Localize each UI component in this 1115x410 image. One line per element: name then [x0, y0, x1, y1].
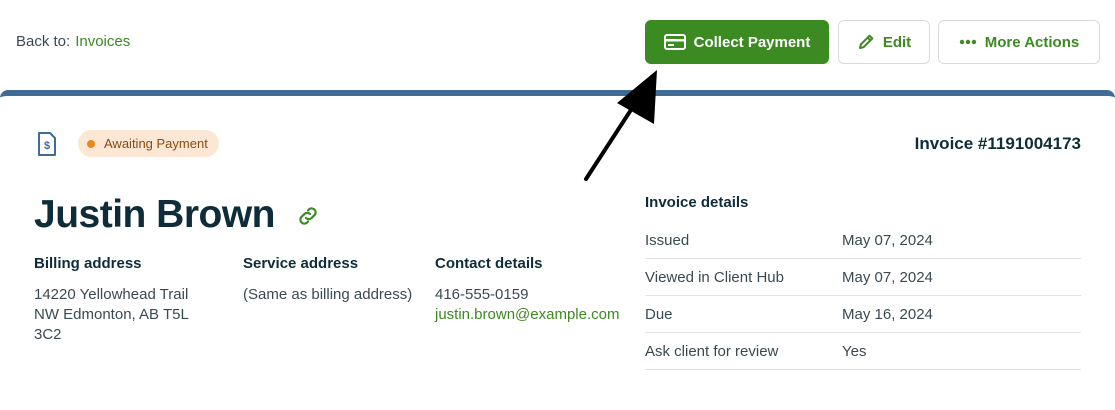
detail-label: Issued	[645, 231, 690, 249]
invoice-number: Invoice #1191004173	[914, 134, 1081, 153]
detail-value: Yes	[842, 342, 867, 360]
status-label: Awaiting Payment	[104, 136, 208, 151]
contact-email-link[interactable]: justin.brown@example.com	[435, 305, 619, 325]
billing-address: Billing address 14220 Yellowhead Trail N…	[34, 255, 189, 345]
detail-row-due: Due May 16, 2024	[645, 296, 1081, 333]
billing-address-line: NW Edmonton, AB T5L	[34, 306, 189, 323]
detail-value: May 07, 2024	[842, 268, 933, 286]
detail-label: Viewed in Client Hub	[645, 268, 784, 286]
credit-card-icon	[663, 34, 686, 50]
client-name: Justin Brown	[34, 193, 276, 236]
invoice-dollar-icon: $	[36, 132, 58, 161]
contact-details: Contact details 416-555-0159 justin.brow…	[435, 255, 619, 325]
invoice-details-heading: Invoice details	[645, 194, 749, 211]
billing-address-line: 3C2	[34, 326, 62, 343]
status-badge: Awaiting Payment	[78, 130, 219, 157]
top-bar: Back to: Invoices Collect Payment Edit Mo…	[0, 0, 1115, 88]
detail-row-viewed: Viewed in Client Hub May 07, 2024	[645, 259, 1081, 296]
edit-button[interactable]: Edit	[838, 20, 930, 64]
billing-address-heading: Billing address	[34, 255, 142, 272]
more-actions-label: More Actions	[984, 33, 1080, 51]
detail-row-issued: Issued May 07, 2024	[645, 222, 1081, 259]
svg-text:$: $	[44, 140, 50, 152]
breadcrumb-prefix: Back to:	[16, 33, 71, 50]
contact-details-heading: Contact details	[435, 255, 543, 272]
service-address: Service address (Same as billing address…	[243, 255, 412, 305]
ellipsis-icon	[959, 39, 977, 45]
collect-payment-label: Collect Payment	[693, 33, 811, 51]
annotation-arrow	[584, 70, 657, 181]
status-dot	[87, 139, 95, 148]
breadcrumb-link-invoices[interactable]: Invoices	[75, 33, 130, 50]
invoice-details: Invoice details Issued May 07, 2024 View…	[645, 194, 1081, 370]
detail-value: May 16, 2024	[842, 305, 933, 323]
billing-address-line: 14220 Yellowhead Trail	[34, 286, 189, 303]
detail-label: Ask client for review	[645, 342, 779, 360]
detail-label: Due	[645, 305, 673, 323]
service-address-text: (Same as billing address)	[243, 286, 413, 303]
more-actions-button[interactable]: More Actions	[938, 20, 1100, 64]
breadcrumb: Back to: Invoices	[16, 33, 130, 50]
service-address-heading: Service address	[243, 255, 359, 272]
collect-payment-button[interactable]: Collect Payment	[645, 20, 829, 64]
detail-row-review: Ask client for review Yes	[645, 333, 1081, 370]
detail-value: May 07, 2024	[842, 231, 933, 249]
contact-phone: 416-555-0159	[435, 286, 529, 303]
edit-label: Edit	[882, 33, 912, 51]
pencil-icon	[857, 33, 875, 51]
link-icon[interactable]	[296, 204, 320, 233]
